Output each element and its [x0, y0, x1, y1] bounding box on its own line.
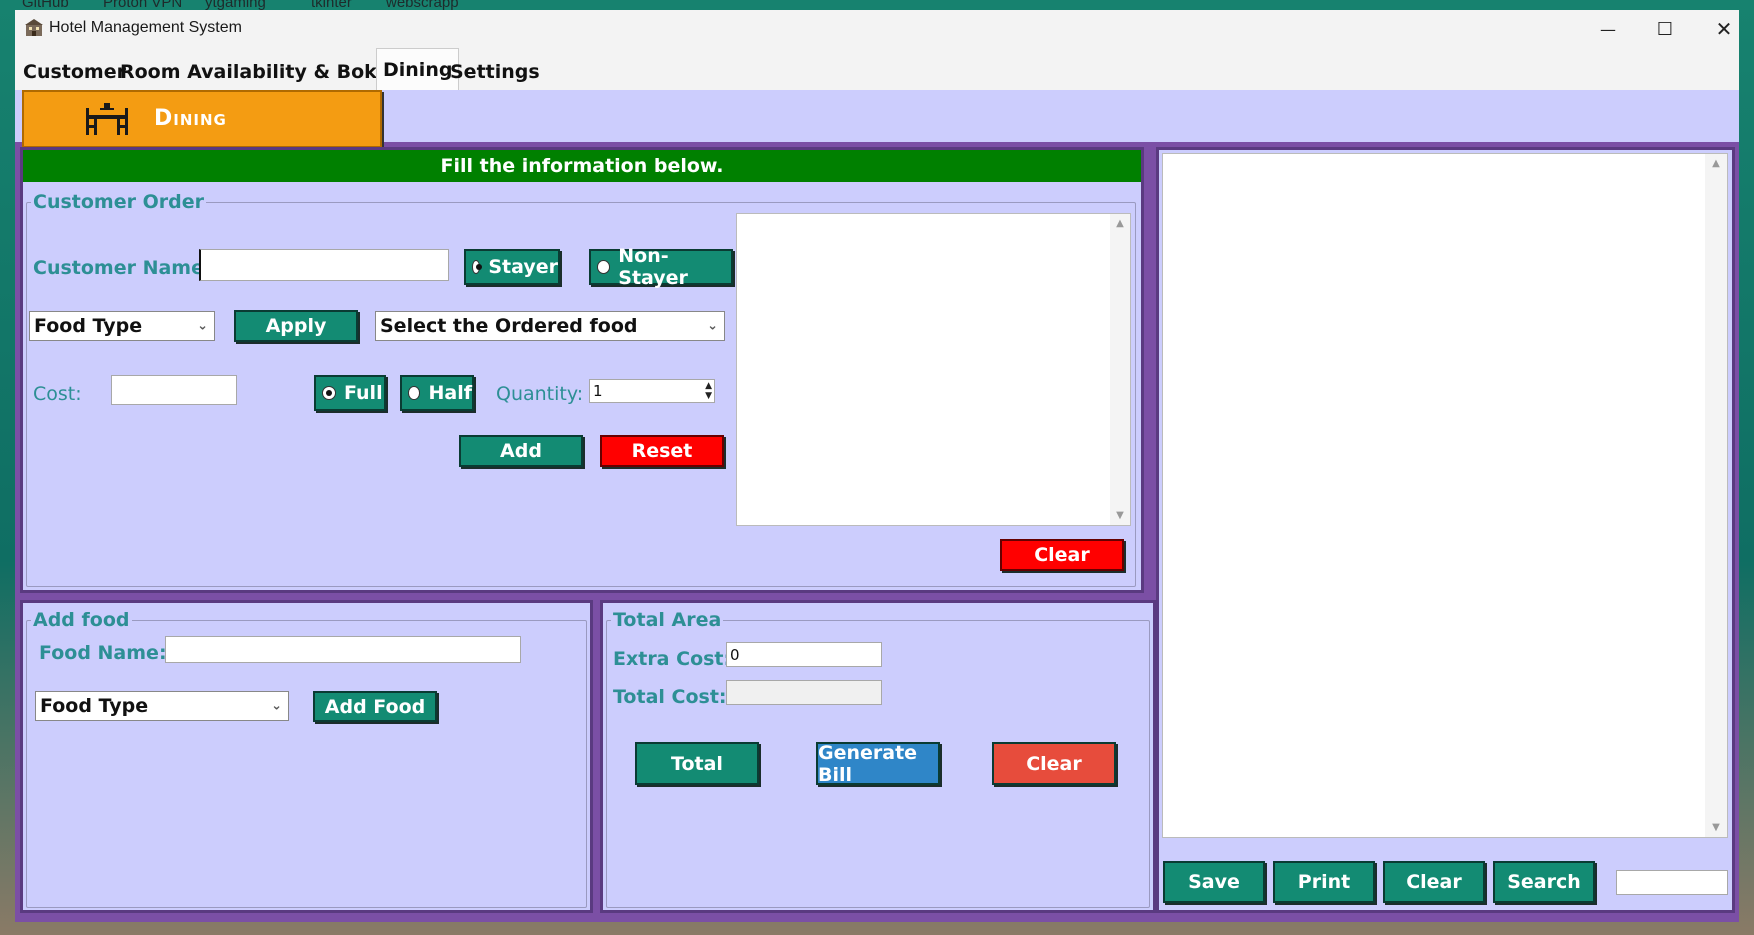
chevron-down-icon: ⌄: [197, 318, 208, 334]
half-radio-dot: [408, 386, 421, 400]
hotel-app-icon: [24, 18, 44, 38]
minimize-icon: —: [1600, 19, 1616, 39]
food-name-input[interactable]: [165, 636, 521, 663]
save-button[interactable]: Save: [1163, 861, 1265, 903]
ordered-food-value: Select the Ordered food: [380, 315, 638, 337]
search-button[interactable]: Search: [1493, 861, 1595, 903]
customer-order-legend: Customer Order: [31, 191, 206, 213]
chevron-down-icon: ⌄: [707, 318, 718, 334]
reset-button[interactable]: Reset: [600, 435, 724, 467]
quantity-value: 1: [593, 382, 603, 400]
add-button[interactable]: Add: [459, 435, 583, 467]
cost-input[interactable]: [111, 375, 237, 405]
add-food-type-value: Food Type: [40, 695, 149, 717]
search-input[interactable]: [1616, 870, 1728, 895]
food-type-value: Food Type: [34, 315, 143, 337]
minimize-button[interactable]: —: [1579, 10, 1637, 48]
maximize-icon: ☐: [1656, 18, 1674, 40]
bill-clear-button[interactable]: Clear: [1383, 861, 1485, 903]
add-food-panel: Add food Food Name: Food Type ⌄ Add Food: [20, 600, 593, 913]
maximize-button[interactable]: ☐: [1636, 10, 1694, 48]
food-name-label: Food Name:: [39, 642, 167, 664]
close-button[interactable]: ✕: [1695, 10, 1753, 48]
add-food-type-select[interactable]: Food Type ⌄: [35, 691, 289, 721]
app-window: Hotel Management System — ☐ ✕ Customer R…: [15, 10, 1739, 922]
order-list-scrollbar[interactable]: ▲ ▼: [1110, 214, 1130, 525]
tab-bar: Customer Room Availability & Bokking Din…: [15, 48, 1739, 90]
tab-settings[interactable]: Settings: [444, 54, 546, 90]
extra-cost-input[interactable]: 0: [726, 642, 882, 667]
scroll-up-icon[interactable]: ▲: [1116, 218, 1124, 229]
print-button[interactable]: Print: [1273, 861, 1375, 903]
total-clear-button[interactable]: Clear: [992, 742, 1116, 785]
scroll-down-icon[interactable]: ▼: [1116, 510, 1124, 521]
cost-label: Cost:: [33, 383, 82, 405]
total-button[interactable]: Total: [635, 742, 759, 785]
generate-bill-button[interactable]: Generate Bill: [816, 742, 940, 786]
total-area-panel: Total Area Extra Cost: 0 Total Cost: Tot…: [600, 600, 1156, 913]
full-radio[interactable]: Full: [314, 375, 386, 411]
half-label: Half: [428, 382, 472, 404]
stayer-radio[interactable]: Stayer: [464, 249, 560, 285]
window-title: Hotel Management System: [49, 19, 242, 36]
bill-panel: ▲ ▼ Save Print Clear Search: [1156, 147, 1735, 913]
add-food-button[interactable]: Add Food: [313, 691, 437, 722]
bill-scrollbar[interactable]: ▲ ▼: [1705, 154, 1727, 837]
order-panel: Fill the information below. Customer Ord…: [20, 147, 1144, 593]
total-area-legend: Total Area: [611, 609, 724, 631]
spin-arrows-icon[interactable]: ▲ ▼: [705, 381, 712, 401]
customer-name-label: Customer Name:: [33, 257, 212, 279]
add-food-legend: Add food: [31, 609, 132, 631]
total-cost-field: [726, 680, 882, 705]
order-list[interactable]: ▲ ▼: [736, 213, 1131, 526]
dining-table-icon: [86, 100, 128, 138]
quantity-stepper[interactable]: 1 ▲ ▼: [589, 379, 715, 403]
customer-name-input[interactable]: [199, 249, 449, 281]
full-radio-dot: [322, 386, 336, 400]
stayer-radio-dot: [472, 260, 483, 274]
food-type-select[interactable]: Food Type ⌄: [29, 311, 215, 341]
dining-title: Dining: [154, 106, 227, 131]
non-stayer-label: Non-Stayer: [618, 245, 688, 289]
full-label: Full: [344, 382, 383, 404]
apply-button[interactable]: Apply: [234, 310, 358, 342]
scroll-up-icon[interactable]: ▲: [1712, 158, 1720, 169]
scroll-down-icon[interactable]: ▼: [1712, 822, 1720, 833]
quantity-label: Quantity:: [496, 383, 584, 405]
info-banner: Fill the information below.: [23, 150, 1141, 182]
header-strip: Dining: [15, 90, 1739, 148]
close-icon: ✕: [1715, 17, 1733, 41]
chevron-down-icon: ⌄: [271, 698, 282, 714]
ordered-food-select[interactable]: Select the Ordered food ⌄: [375, 311, 725, 341]
title-bar: Hotel Management System — ☐ ✕: [15, 10, 1739, 48]
non-stayer-radio[interactable]: Non-Stayer: [589, 245, 733, 289]
extra-cost-label: Extra Cost:: [613, 648, 732, 670]
non-stayer-radio-dot: [597, 260, 611, 274]
half-radio[interactable]: Half: [400, 375, 474, 411]
dining-header: Dining: [22, 90, 382, 148]
order-clear-button[interactable]: Clear: [1000, 539, 1124, 571]
total-cost-label: Total Cost:: [613, 686, 727, 708]
bill-text-area[interactable]: ▲ ▼: [1162, 153, 1728, 838]
stayer-label: Stayer: [488, 256, 558, 278]
